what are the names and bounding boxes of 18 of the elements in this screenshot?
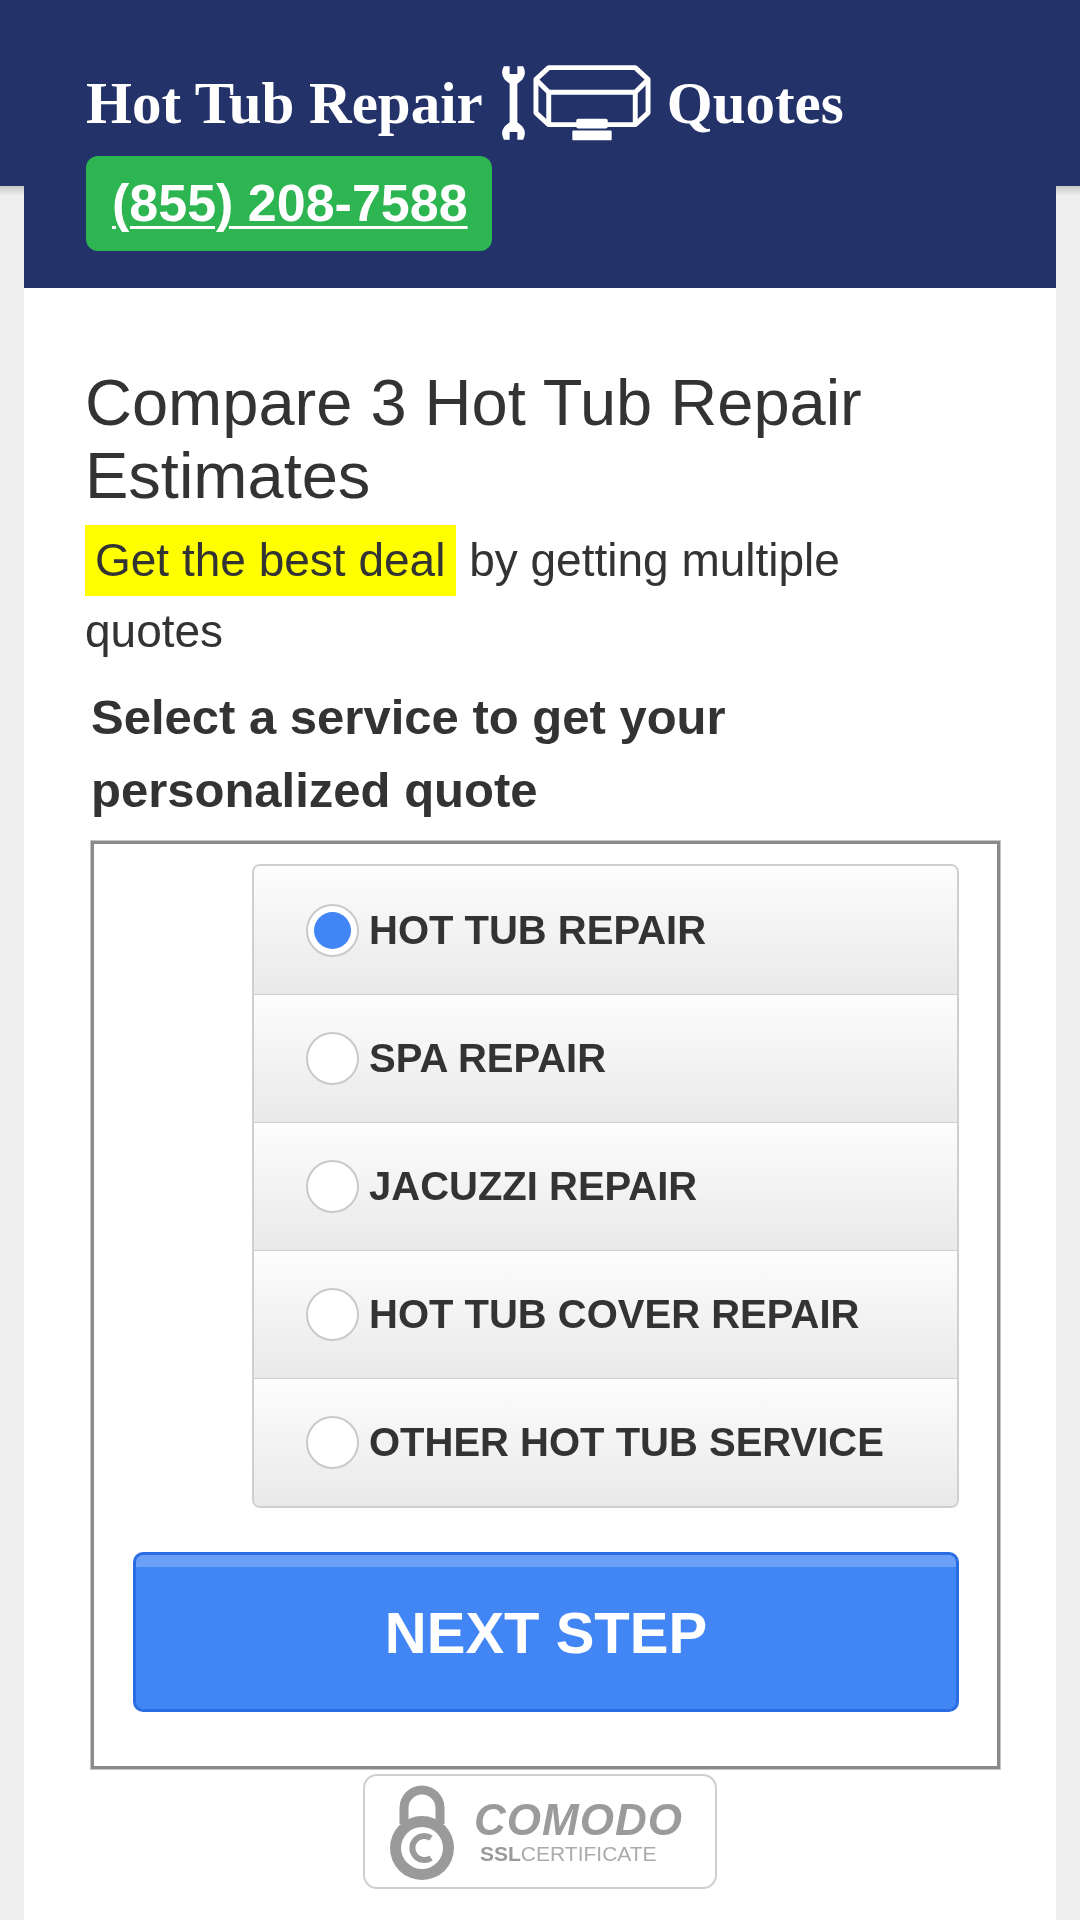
hot-tub-icon bbox=[532, 63, 651, 143]
service-option[interactable]: SPA REPAIR bbox=[254, 994, 957, 1122]
page-heading: Compare 3 Hot Tub Repair Estimates bbox=[85, 366, 863, 512]
radio-button[interactable] bbox=[306, 1032, 359, 1085]
brand-name: COMODO bbox=[474, 1797, 683, 1842]
certificate-caption: SSLCERTIFICATE bbox=[480, 1841, 658, 1866]
service-option[interactable]: OTHER HOT TUB SERVICE bbox=[254, 1378, 957, 1506]
radio-button[interactable] bbox=[306, 1160, 359, 1213]
service-option[interactable]: HOT TUB COVER REPAIR bbox=[254, 1250, 957, 1378]
radio-button[interactable] bbox=[306, 1288, 359, 1341]
service-option[interactable]: JACUZZI REPAIR bbox=[254, 1122, 957, 1250]
service-option[interactable]: HOT TUB REPAIR bbox=[254, 866, 957, 994]
radio-button[interactable] bbox=[306, 1416, 359, 1469]
next-step-button[interactable]: NEXT STEP bbox=[133, 1552, 959, 1712]
logo-text: Quotes bbox=[666, 73, 844, 133]
service-prompt: Select a service to get your personalized quote bbox=[91, 689, 727, 819]
tagline-text: Get the best deal by getting multiple quotes bbox=[85, 525, 965, 667]
radio-button[interactable] bbox=[306, 903, 359, 957]
